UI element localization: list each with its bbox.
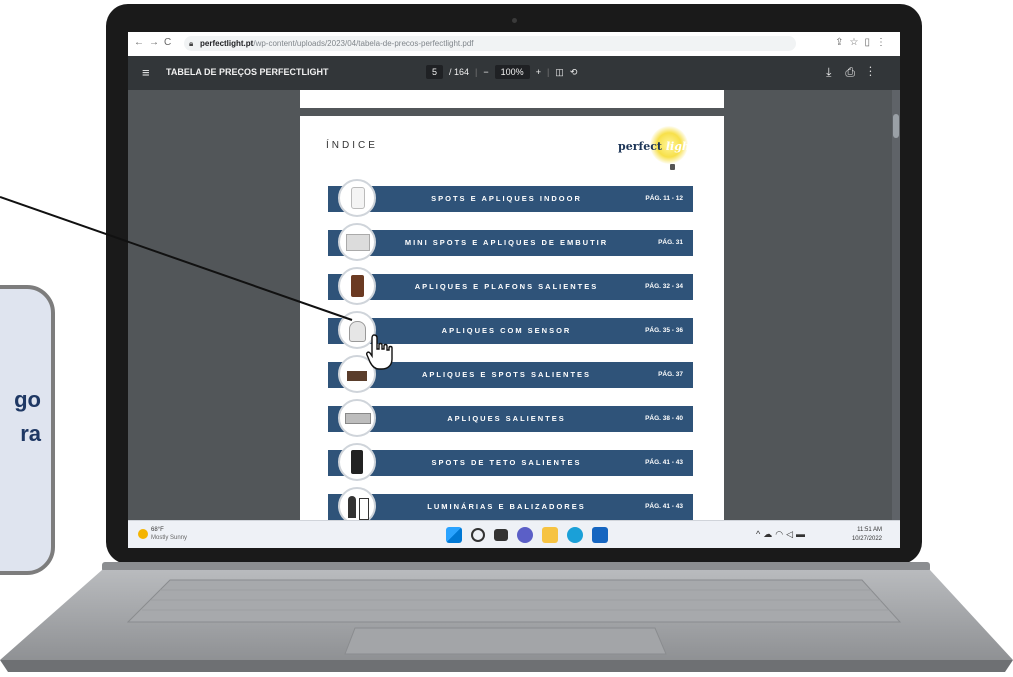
keyboard[interactable] <box>126 579 902 623</box>
trackpad[interactable] <box>344 627 667 655</box>
deck-edge <box>0 660 1013 672</box>
laptop-deck <box>0 570 1013 672</box>
